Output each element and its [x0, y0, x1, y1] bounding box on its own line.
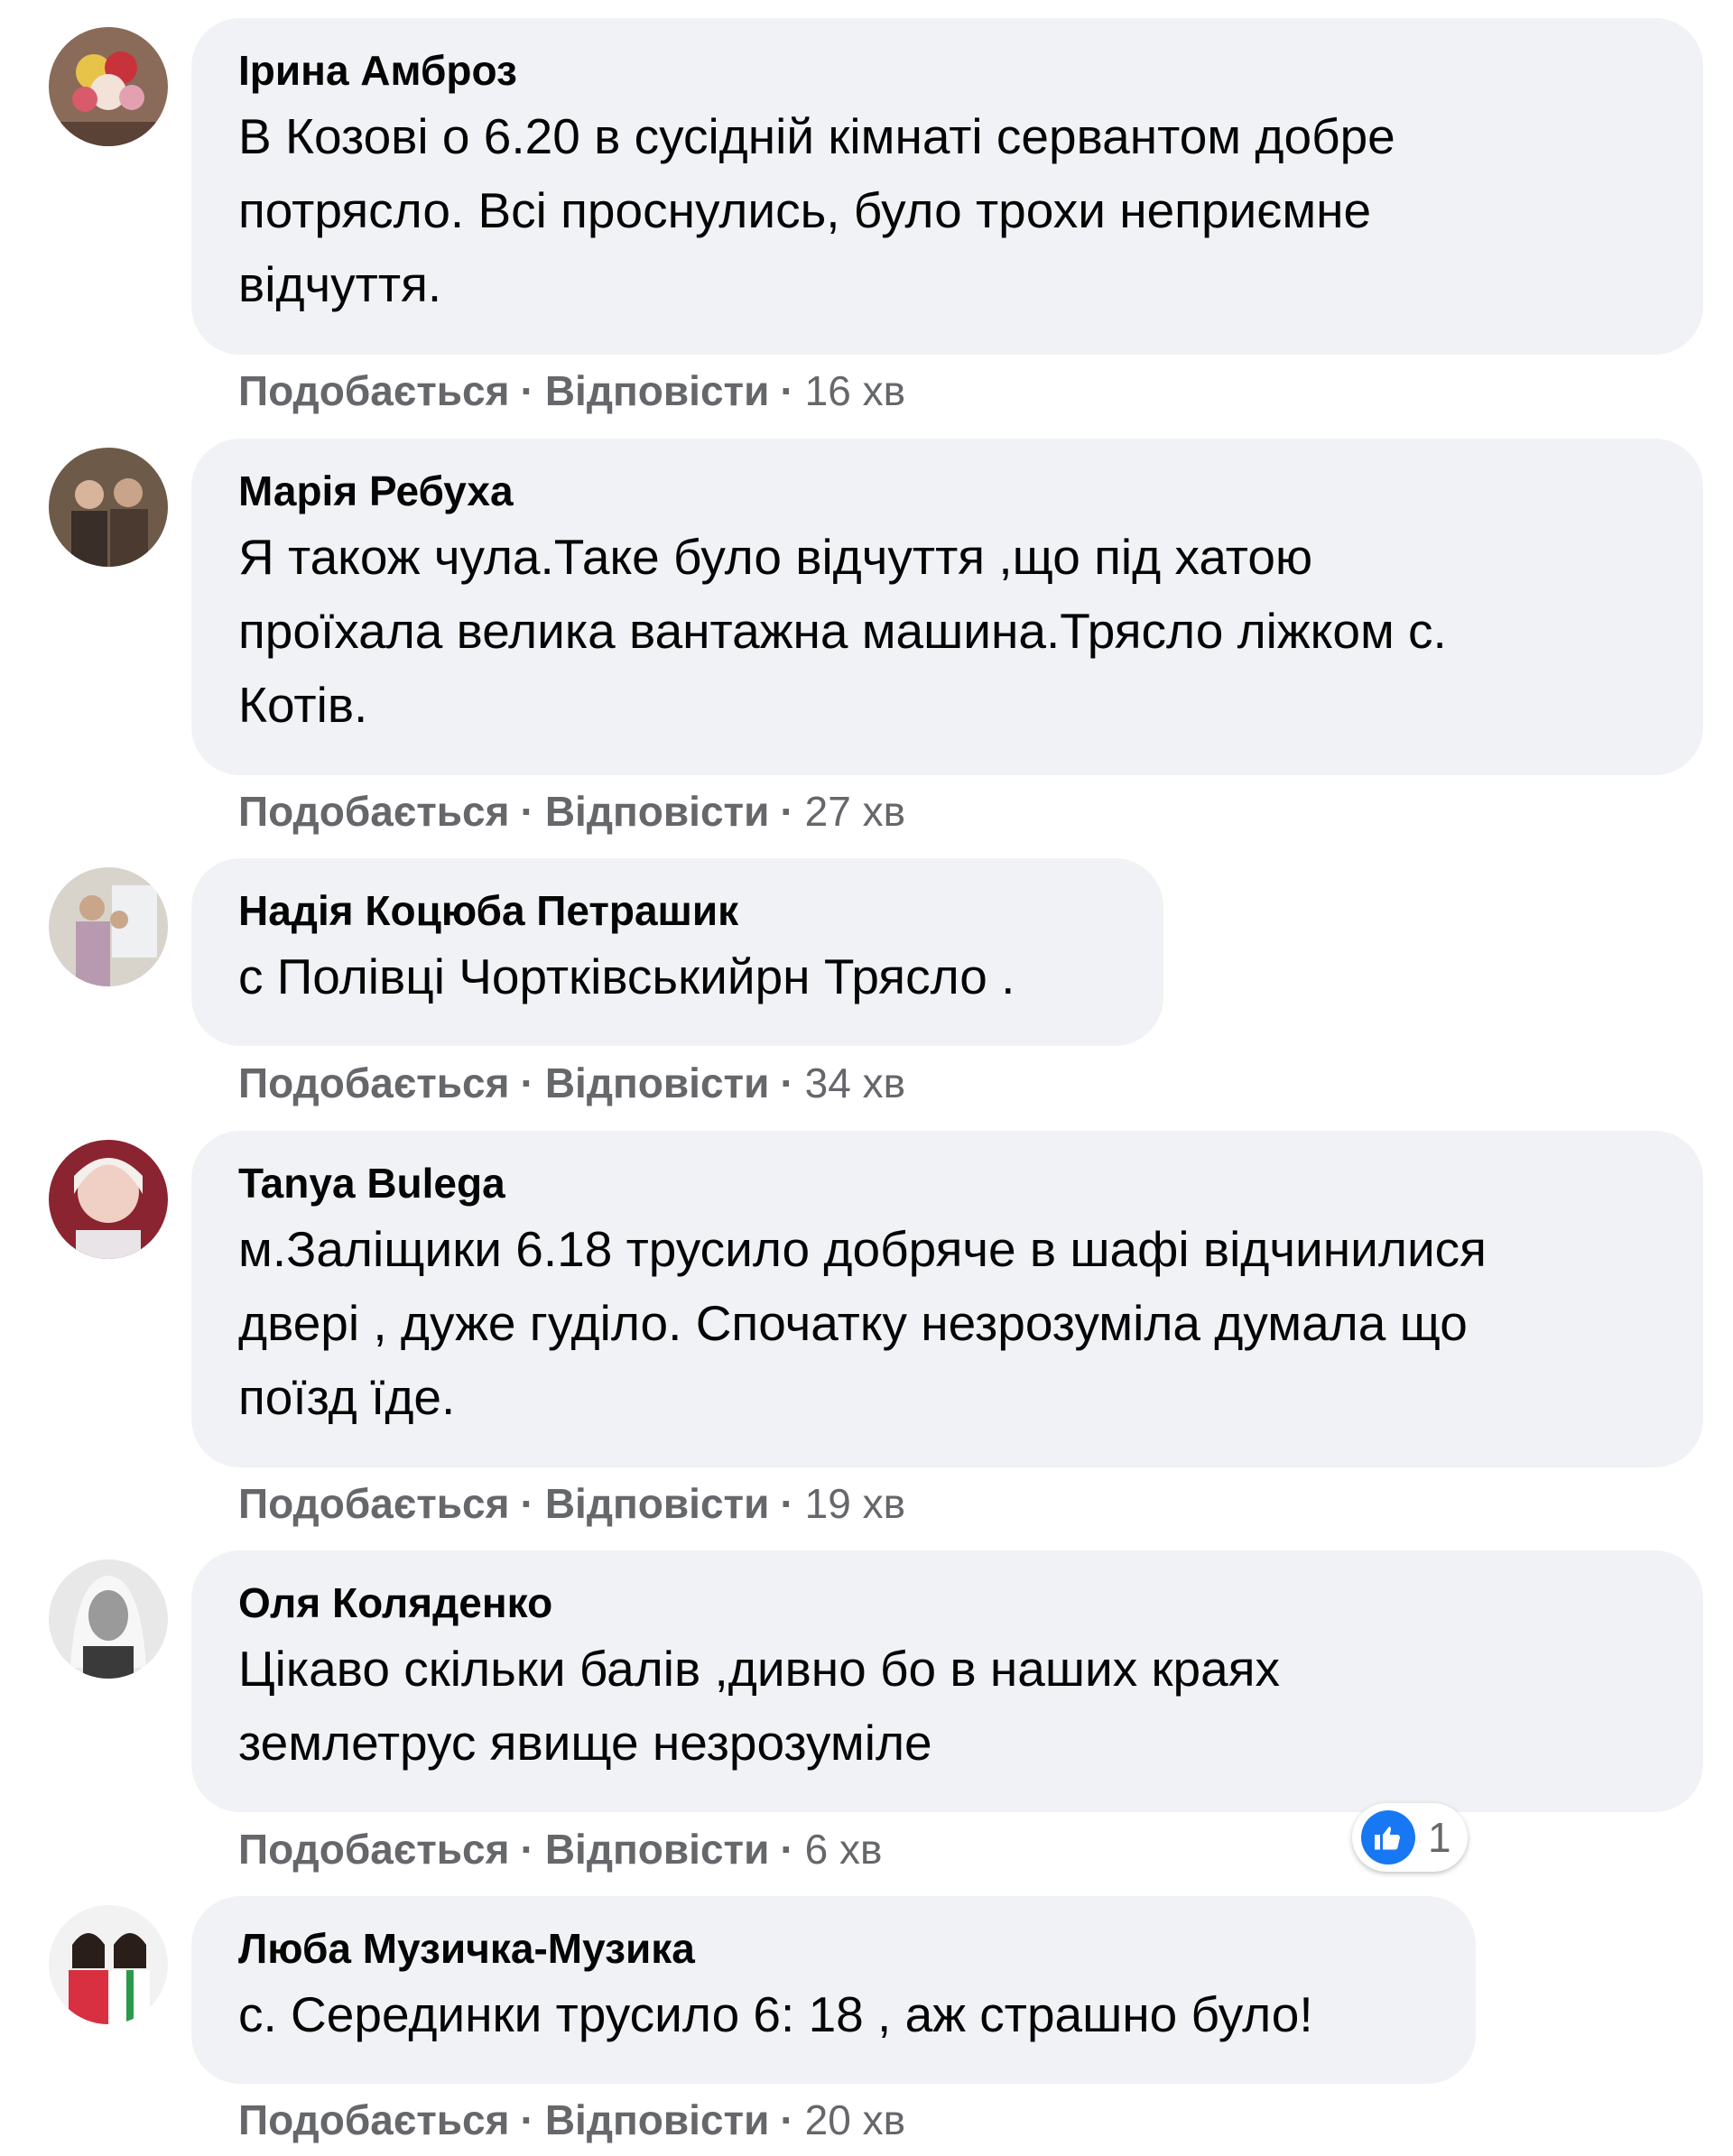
like-button[interactable]: Подобається [238, 1480, 509, 1527]
reply-button[interactable]: Відповісти [545, 1826, 770, 1873]
comment-author[interactable]: Ірина Амброз [238, 42, 1658, 99]
comment-author[interactable]: Марія Ребуха [238, 462, 1658, 520]
separator: · [520, 788, 534, 835]
comment-timestamp[interactable]: 34 хв [805, 1059, 905, 1106]
comment-timestamp[interactable]: 27 хв [805, 788, 905, 835]
comment-author[interactable]: Надія Коцюба Петрашик [238, 882, 1118, 939]
reply-button[interactable]: Відповісти [545, 1059, 770, 1106]
comment-actions: Подобається · Відповісти · 16 хв [238, 366, 905, 416]
reply-button[interactable]: Відповісти [545, 788, 770, 835]
separator: · [520, 1059, 534, 1106]
comment-text-line: проїхала велика вантажна машина.Трясло л… [238, 603, 1447, 659]
comment-text-line: землетрус явище незрозуміле [238, 1715, 932, 1771]
like-button[interactable]: Подобається [238, 367, 509, 414]
comment-text-line: м.Заліщики 6.18 трусило добряче в шафі в… [238, 1221, 1487, 1277]
like-button[interactable]: Подобається [238, 1826, 509, 1873]
comment-text-line: Цікаво скільки балів ,дивно бо в наших к… [238, 1641, 1281, 1697]
comment-text-line: с. Серединки трусило 6: 18 , аж страшно … [238, 1986, 1313, 2042]
comment-author[interactable]: Tanya Bulega [238, 1154, 1658, 1212]
comment-text-line: поїзд їде. [238, 1369, 456, 1425]
comment-text-line: В Козові о 6.20 в сусідній кімнаті серва… [238, 108, 1395, 164]
comment-text-line: потрясло. Всі проснулись, було трохи неп… [238, 182, 1372, 238]
separator: · [780, 2096, 794, 2143]
like-icon [1361, 1810, 1415, 1865]
like-button[interactable]: Подобається [238, 788, 509, 835]
avatar[interactable] [49, 1559, 168, 1679]
avatar[interactable] [49, 1140, 168, 1259]
comment-timestamp[interactable]: 20 хв [805, 2096, 905, 2143]
separator: · [520, 1826, 534, 1873]
comment-bubble: Оля Коляденко Цікаво скільки балів ,дивн… [191, 1550, 1703, 1812]
comment-author[interactable]: Люба Музичка-Музика [238, 1920, 1431, 1977]
reaction-count-badge[interactable]: 1 [1352, 1803, 1468, 1872]
separator: · [780, 1059, 794, 1106]
comments-section: Ірина Амброз В Козові о 6.20 в сусідній … [0, 0, 1733, 2156]
avatar[interactable] [49, 27, 168, 146]
separator: · [780, 1826, 794, 1873]
separator: · [780, 1480, 794, 1527]
comment-actions: Подобається · Відповісти · 34 хв [238, 1058, 905, 1108]
comment-text-line: відчуття. [238, 256, 442, 312]
comment-bubble: Надія Коцюба Петрашик с Полівці Чортківс… [191, 858, 1163, 1046]
reaction-count: 1 [1428, 1814, 1451, 1861]
comment-timestamp[interactable]: 19 хв [805, 1480, 905, 1527]
comment-bubble: Люба Музичка-Музика с. Серединки трусило… [191, 1896, 1476, 2084]
comment-bubble: Марія Ребуха Я також чула.Таке було відч… [191, 439, 1703, 775]
separator: · [780, 367, 794, 414]
reply-button[interactable]: Відповісти [545, 2096, 770, 2143]
comment-actions: Подобається · Відповісти · 27 хв [238, 786, 905, 837]
comment-text-line: Я також чула.Таке було відчуття ,що під … [238, 529, 1313, 585]
like-button[interactable]: Подобається [238, 1059, 509, 1106]
separator: · [520, 367, 534, 414]
comment-author[interactable]: Оля Коляденко [238, 1574, 1658, 1632]
comment-actions: Подобається · Відповісти · 20 хв [238, 2095, 905, 2145]
reply-button[interactable]: Відповісти [545, 367, 770, 414]
reply-button[interactable]: Відповісти [545, 1480, 770, 1527]
comment-text-line: двері , дуже гуділо. Спочатку незрозуміл… [238, 1295, 1468, 1351]
separator: · [520, 1480, 534, 1527]
avatar[interactable] [49, 448, 168, 567]
comment-text-line: Котів. [238, 677, 368, 733]
comment-bubble: Ірина Амброз В Козові о 6.20 в сусідній … [191, 18, 1703, 355]
separator: · [780, 788, 794, 835]
comment-actions: Подобається · Відповісти · 19 хв [238, 1478, 905, 1529]
comment-text-line: с Полівці Чортківськийрн Трясло . [238, 948, 1015, 1004]
avatar[interactable] [49, 1905, 168, 2024]
avatar[interactable] [49, 867, 168, 986]
comment-bubble: Tanya Bulega м.Заліщики 6.18 трусило доб… [191, 1131, 1703, 1467]
comment-timestamp[interactable]: 16 хв [805, 367, 905, 414]
comment-actions: Подобається · Відповісти · 6 хв [238, 1824, 882, 1874]
like-button[interactable]: Подобається [238, 2096, 509, 2143]
comment-timestamp[interactable]: 6 хв [805, 1826, 883, 1873]
separator: · [520, 2096, 534, 2143]
